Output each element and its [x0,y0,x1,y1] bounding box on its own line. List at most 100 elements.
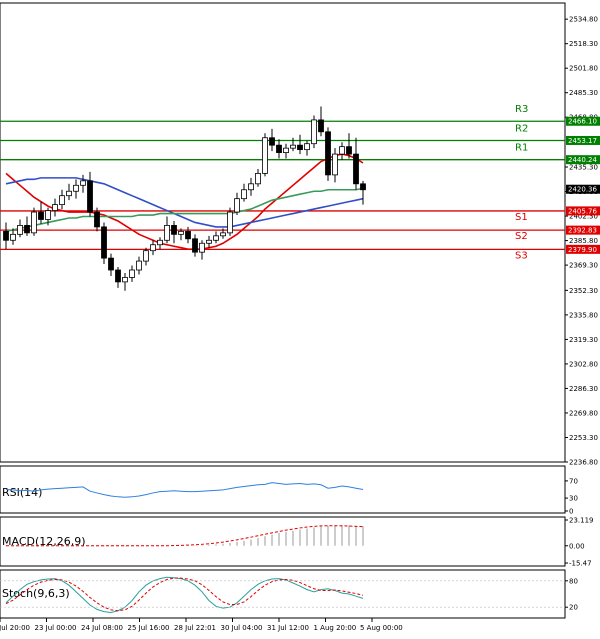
candle [73,179,79,199]
rsi-title: RSI(14) [2,486,42,499]
candle-body-up [248,183,254,191]
candle-body-up [304,143,310,151]
candle [199,240,205,260]
candle [157,237,163,250]
price-tick-label: 2501.80 [569,65,598,73]
candle [87,171,93,217]
candle-body-down [353,153,359,185]
price-tick-label: 2369.30 [569,262,598,270]
candle-body-up [234,198,240,213]
candle [234,192,240,216]
chart-canvas[interactable]: 2534.802518.302501.802485.302468.802435.… [0,0,600,635]
candle [304,140,310,156]
level-price-label: 2453.17 [568,137,597,145]
candle-body-up [311,119,317,145]
candle [248,177,254,196]
candle [171,220,177,244]
price-tick-label: 2435.30 [569,164,598,172]
candle-body-up [136,260,142,271]
stoch-title: Stoch(9,6,3) [2,587,70,600]
candle-body-up [66,190,72,197]
price-tick-label: 2319.30 [569,336,598,344]
candle [227,207,233,236]
candle [185,226,191,244]
stoch-pane[interactable]: Stoch(9,6,3) 80 20 [0,576,578,613]
candle [101,222,107,265]
rsi-tick-label: 70 [569,477,578,485]
price-tick-label: 2269.80 [569,409,598,417]
candle-body-up [227,211,233,234]
candle-body-up [283,147,289,154]
candle-body-up [45,210,51,220]
price-tick-label: 2385.80 [569,237,598,245]
candle-body-down [3,230,9,241]
indicator-line [5,482,364,498]
price-tick-label: 2286.30 [569,385,598,393]
candle [31,207,37,236]
candle-body-up [178,230,184,235]
time-tick-label: 24 Jul 08:00 [81,624,123,632]
candle [59,189,65,210]
candle-body-up [10,233,16,241]
time-tick-label: 28 Jul 22:01 [174,624,216,632]
candle [115,267,121,288]
candle [311,115,317,149]
candle [206,235,212,248]
candle-body-up [122,277,128,283]
candle-body-up [213,235,219,241]
level-price-label: 2405.76 [568,207,597,215]
candle [262,133,268,177]
candle-body-up [129,269,135,278]
price-tick-label: 2534.80 [569,16,598,24]
candle-body-down [269,137,275,146]
price-tick-label: 2302.80 [569,360,598,368]
candle [353,137,359,190]
price-tick-label: 2518.30 [569,40,598,48]
candle [164,216,170,244]
candle-body-up [150,244,156,252]
candle-body-down [325,131,331,176]
candle [80,174,86,193]
stoch-tick-label: 80 [569,577,578,585]
level-price-label: 2466.10 [568,118,597,126]
candle-body-down [360,183,366,191]
candle-body-down [346,146,352,155]
candle-body-up [164,225,170,241]
panel-frames [0,2,566,619]
level-name-r1: R1 [515,143,528,154]
price-tick-label: 2236.80 [569,459,598,467]
candle-body-down [318,119,324,133]
rsi-tick-label: 0 [569,508,573,516]
price-chart-pane[interactable]: 2534.802518.302501.802485.302468.802435.… [0,16,600,467]
level-name-r2: R2 [515,123,528,134]
candle-body-down [87,180,93,213]
candle [255,168,261,187]
level-name-s1: S1 [515,212,528,223]
price-tick-label: 2352.30 [569,287,598,295]
main-pane-border [0,2,566,463]
candle [122,272,128,291]
candle-body-up [220,232,226,237]
candle-body-up [262,137,268,174]
macd-tick-label: 23.119 [569,517,594,525]
candle-body-up [206,239,212,244]
candle [24,216,30,236]
candle-body-down [108,257,114,271]
macd-pane[interactable]: MACD(12,26,9) 23.1190.00-15.47 [2,517,594,568]
candle-body-down [192,238,198,253]
candle [297,134,303,155]
rsi-pane[interactable]: RSI(14) 70 30 0 [2,477,578,515]
macd-tick-label: -15.47 [569,560,592,568]
price-tick-label: 2335.80 [569,311,598,319]
candle [38,201,44,224]
candle [241,183,247,202]
candle-body-up [143,250,149,262]
time-tick-label: 30 Jul 04:00 [221,624,263,632]
time-tick-label: 5 Aug 00:00 [360,624,403,632]
candle-body-up [157,239,163,246]
current-price-label: 2420.36 [568,186,597,194]
candle [150,240,156,256]
candle [108,253,114,276]
candle [325,127,331,181]
level-name-s2: S2 [515,231,528,242]
